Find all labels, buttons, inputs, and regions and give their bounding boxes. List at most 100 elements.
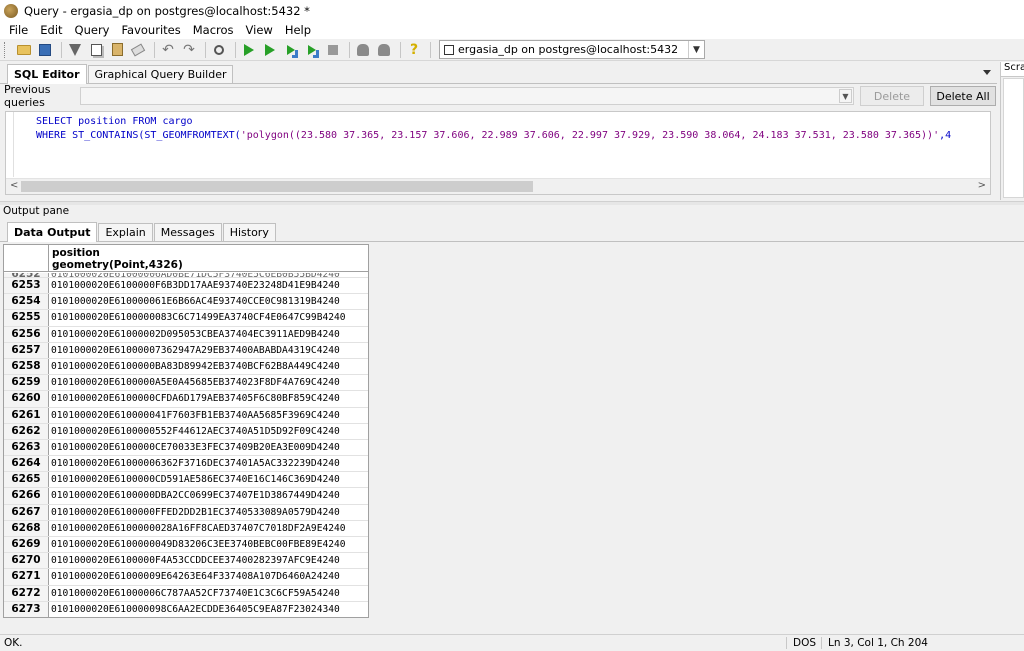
row-number[interactable]: 6267 (4, 504, 49, 520)
menu-edit[interactable]: Edit (34, 23, 68, 37)
cell-position[interactable]: 0101000020E61000006362F3716DEC37401A5AC3… (49, 456, 368, 471)
previous-queries-select[interactable]: ▼ (80, 87, 854, 105)
chevron-down-icon[interactable]: ▼ (688, 41, 704, 58)
tab-explain[interactable]: Explain (98, 223, 153, 241)
scratch-pad-text[interactable] (1003, 78, 1024, 198)
row-number[interactable]: 6262 (4, 423, 49, 439)
cell-position[interactable]: 0101000020E6100000CE70033E3FEC37409B20EA… (49, 440, 368, 455)
table-row[interactable]: 6262 0101000020E6100000552F44612AEC3740A5… (4, 423, 368, 440)
vacuum-button[interactable] (354, 41, 372, 59)
redo-button[interactable]: ↷ (180, 41, 198, 59)
cell-position[interactable]: 0101000020E6100000552F44612AEC3740A51D5D… (49, 424, 368, 439)
table-row[interactable]: 6267 0101000020E6100000FFED2DD2B1EC374053… (4, 504, 368, 521)
tab-graphical-query-builder[interactable]: Graphical Query Builder (87, 65, 234, 83)
menu-macros[interactable]: Macros (187, 23, 240, 37)
execute-pgscript-button[interactable] (261, 41, 279, 59)
table-row[interactable]: 6263 0101000020E6100000CE70033E3FEC37409B… (4, 439, 368, 457)
explain-button[interactable] (303, 41, 321, 59)
row-number[interactable]: 6268 (4, 520, 49, 536)
grid-corner[interactable] (4, 245, 49, 272)
table-row[interactable]: 6266 0101000020E6100000DBA2CC0699EC37407E… (4, 488, 368, 505)
cell-position[interactable]: 0101000020E6100000049D83206C3EE3740BEBC0… (49, 537, 368, 552)
row-number[interactable]: 6269 (4, 537, 49, 553)
tab-data-output[interactable]: Data Output (7, 222, 98, 242)
row-number[interactable]: 6261 (4, 407, 49, 423)
cell-position[interactable]: 0101000020E6100000083C6C71499EA3740CF4E0… (49, 310, 368, 325)
connection-select[interactable]: ergasia_dp on postgres@localhost:5432 ▼ (439, 40, 705, 59)
cell-position[interactable]: 0101000020E6100000CFDA6D179AEB37405F6C80… (49, 391, 368, 406)
cell-position[interactable]: 0101000020E6100000DBA2CC0699EC37407E1D38… (49, 488, 368, 503)
cell-position[interactable]: 0101000020E61000009E64263E64F337408A107D… (49, 569, 368, 584)
cancel-query-button[interactable] (324, 41, 342, 59)
column-header-position[interactable]: position geometry(Point,4326) (49, 245, 183, 271)
row-number[interactable]: 6256 (4, 326, 49, 342)
menu-help[interactable]: Help (279, 23, 317, 37)
table-row[interactable]: 6272 0101000020E61000006C787AA52CF73740E1… (4, 585, 368, 602)
sql-code[interactable]: SELECT position FROM cargo WHERE ST_CONTA… (36, 115, 990, 143)
table-row[interactable]: 6255 0101000020E6100000083C6C71499EA3740C… (4, 310, 368, 327)
menu-favourites[interactable]: Favourites (115, 23, 186, 37)
row-number[interactable]: 6252 (4, 273, 49, 277)
cell-position[interactable]: 0101000020E61000006AD0BE71DC5F3740E5C6EB… (49, 273, 368, 277)
table-row[interactable]: 6259 0101000020E6100000A5E0A45685EB374023… (4, 375, 368, 392)
row-number[interactable]: 6254 (4, 294, 49, 310)
tab-messages[interactable]: Messages (153, 223, 222, 241)
open-button[interactable] (15, 41, 33, 59)
paste-button[interactable] (108, 41, 126, 59)
row-number[interactable]: 6263 (4, 439, 49, 456)
table-row[interactable]: 6264 0101000020E61000006362F3716DEC37401A… (4, 456, 368, 473)
scrollbar-thumb[interactable] (21, 181, 533, 192)
table-row[interactable]: 6269 0101000020E6100000049D83206C3EE3740B… (4, 537, 368, 554)
row-number[interactable]: 6265 (4, 472, 49, 488)
cell-position[interactable]: 0101000020E6100000FFED2DD2B1EC3740533089… (49, 505, 368, 520)
copy-button[interactable] (87, 41, 105, 59)
editor-horizontal-scrollbar[interactable]: < > (6, 178, 990, 194)
table-row[interactable]: 6253 0101000020E6100000F6B3DD17AAE93740E2… (4, 278, 368, 295)
cell-position[interactable]: 0101000020E6100000F4A53CCDDCEE3740028239… (49, 553, 368, 568)
scroll-right-icon[interactable]: > (978, 180, 986, 191)
row-number[interactable]: 6266 (4, 488, 49, 504)
table-row[interactable]: 6265 0101000020E6100000CD591AE586EC3740E1… (4, 472, 368, 489)
execute-to-file-button[interactable] (282, 41, 300, 59)
row-number[interactable]: 6273 (4, 601, 49, 617)
scroll-left-icon[interactable]: < (10, 180, 18, 191)
toolbar-grip[interactable] (4, 41, 7, 58)
vacuum-analyze-button[interactable] (375, 41, 393, 59)
cell-position[interactable]: 0101000020E6100000A5E0A45685EB374023F8DF… (49, 375, 368, 390)
cell-position[interactable]: 0101000020E6100000BA83D89942EB3740BCF62B… (49, 359, 368, 374)
tab-history[interactable]: History (222, 223, 276, 241)
tab-sql-editor[interactable]: SQL Editor (7, 64, 87, 84)
find-button[interactable] (210, 41, 228, 59)
cell-position[interactable]: 0101000020E6100000028A16FF8CAED37407C701… (49, 521, 368, 536)
execute-button[interactable] (240, 41, 258, 59)
help-button[interactable]: ? (405, 41, 423, 59)
row-number[interactable]: 6259 (4, 375, 49, 391)
row-number[interactable]: 6264 (4, 456, 49, 472)
table-row[interactable]: 6268 0101000020E6100000028A16FF8CAED37407… (4, 520, 368, 537)
cell-position[interactable]: 0101000020E61000007362947A29EB37400ABABD… (49, 343, 368, 358)
cell-position[interactable]: 0101000020E61000006C787AA52CF73740E1C3C6… (49, 586, 368, 601)
cell-position[interactable]: 0101000020E610000061E6B66AC4E93740CCE0C9… (49, 294, 368, 309)
save-button[interactable] (36, 41, 54, 59)
cell-position[interactable]: 0101000020E610000041F7603FB1EB3740AA5685… (49, 408, 368, 423)
tab-menu-down-icon[interactable] (983, 70, 991, 75)
cell-position[interactable]: 0101000020E6100000F6B3DD17AAE93740E23248… (49, 278, 368, 293)
undo-button[interactable]: ↶ (159, 41, 177, 59)
data-grid[interactable]: 62520101000020E61000006AD0BE71DC5F3740E5… (3, 244, 369, 618)
row-number[interactable]: 6258 (4, 358, 49, 375)
table-row[interactable]: 6260 0101000020E6100000CFDA6D179AEB37405F… (4, 391, 368, 408)
table-row[interactable]: 6271 0101000020E61000009E64263E64F337408A… (4, 569, 368, 586)
menu-query[interactable]: Query (69, 23, 116, 37)
delete-all-button[interactable]: Delete All (930, 86, 996, 106)
menu-view[interactable]: View (240, 23, 279, 37)
row-number[interactable]: 6255 (4, 310, 49, 326)
cut-button[interactable] (66, 41, 84, 59)
table-row[interactable]: 6254 0101000020E610000061E6B66AC4E93740CC… (4, 294, 368, 311)
chevron-down-icon[interactable]: ▼ (839, 89, 852, 103)
cell-position[interactable]: 0101000020E610000098C6AA2ECDDE36405C9EA8… (49, 602, 368, 617)
clear-button[interactable] (129, 41, 147, 59)
row-number[interactable]: 6270 (4, 553, 49, 569)
table-row[interactable]: 6258 0101000020E6100000BA83D89942EB3740BC… (4, 358, 368, 376)
table-row[interactable]: 6273 0101000020E610000098C6AA2ECDDE36405C… (4, 601, 368, 617)
menu-file[interactable]: File (3, 23, 34, 37)
